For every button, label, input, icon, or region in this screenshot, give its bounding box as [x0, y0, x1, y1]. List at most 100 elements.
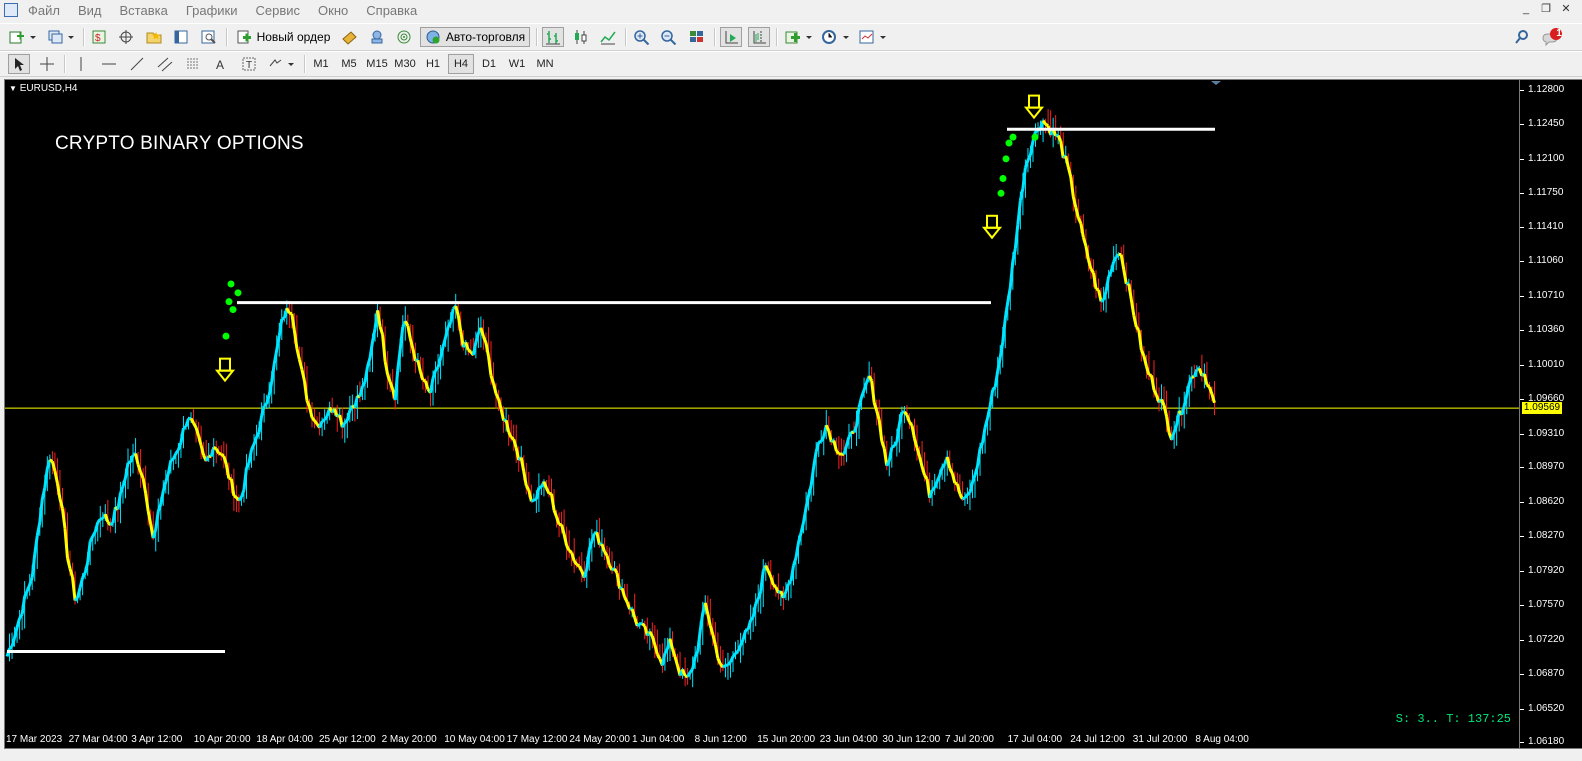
crosshair-tool[interactable]: [36, 54, 58, 74]
data-window-button[interactable]: [116, 27, 136, 47]
price-segment: [1135, 326, 1141, 332]
price-segment: [263, 402, 268, 408]
time-label: 18 Apr 04:00: [256, 734, 314, 745]
price-segment: [568, 549, 573, 554]
timeframe-m1[interactable]: M1: [308, 54, 334, 74]
bar-chart-icon: [546, 31, 560, 45]
price-tick: [1520, 674, 1524, 676]
minimize-icon[interactable]: _: [1520, 3, 1532, 15]
market-watch-button[interactable]: $: [89, 27, 109, 47]
price-label: 1.07920: [1528, 564, 1565, 576]
svg-text:$: $: [95, 33, 101, 44]
notification-count: 1: [1556, 28, 1562, 39]
menu-item[interactable]: Графики: [186, 0, 247, 22]
search-icon: [1515, 30, 1528, 44]
templates-icon: [859, 30, 886, 44]
metaeditor-button[interactable]: [338, 27, 360, 47]
price-chart[interactable]: [5, 80, 1519, 748]
horizontal-line-tool[interactable]: [98, 54, 120, 74]
price-axis[interactable]: 1.09569 1.12800 1.12450 1.12100 1.11750 1.11…: [1520, 79, 1582, 749]
crosshair-tool-icon: [40, 57, 54, 71]
timeframe-m5[interactable]: M5: [336, 54, 362, 74]
menu-item[interactable]: Справка: [366, 0, 426, 22]
timeframe-w1[interactable]: W1: [504, 54, 530, 74]
new-order-button[interactable]: Новый ордер: [233, 27, 333, 47]
equidistant-channel-tool[interactable]: [154, 54, 176, 74]
timeframe-mn[interactable]: MN: [532, 54, 558, 74]
market-button[interactable]: [366, 27, 388, 47]
cursor-tool[interactable]: [8, 54, 30, 74]
close-icon[interactable]: ✕: [1560, 3, 1572, 15]
auto-scroll-icon: [725, 31, 738, 44]
text-label-tool[interactable]: T: [238, 54, 260, 74]
templates-button[interactable]: [856, 27, 890, 47]
restore-icon[interactable]: ❐: [1540, 3, 1552, 15]
price-segment: [361, 381, 367, 388]
timeframe-m15[interactable]: M15: [364, 54, 390, 74]
price-label: 1.08970: [1528, 461, 1565, 473]
time-label: 27 Mar 04:00: [68, 734, 128, 745]
signal-dot: [1002, 155, 1010, 163]
bar-chart-button[interactable]: [542, 27, 564, 47]
sell-arrow-icon: [214, 369, 236, 383]
price-tick: [1520, 399, 1524, 401]
menu-item[interactable]: Вид: [78, 0, 111, 22]
time-label: 10 Apr 20:00: [193, 734, 251, 745]
autotrading-button[interactable]: Авто-торговля: [420, 27, 530, 47]
search-button[interactable]: [1512, 27, 1532, 47]
periods-button[interactable]: [819, 27, 853, 47]
new-chart-button[interactable]: [6, 27, 40, 47]
price-segment: [467, 348, 472, 354]
price-label: 1.10360: [1528, 324, 1565, 336]
menu-item[interactable]: Вставка: [120, 0, 177, 22]
zoom-in-button[interactable]: [631, 27, 653, 47]
profiles-button[interactable]: [44, 27, 78, 47]
price-segment: [575, 563, 581, 568]
autotrading-label: Авто-торговля: [445, 30, 526, 44]
symbol-dropdown-icon[interactable]: ▼: [9, 84, 17, 93]
price-segment: [961, 496, 966, 501]
candlestick-button[interactable]: [570, 27, 592, 47]
menu-item[interactable]: Файл: [28, 0, 69, 22]
vertical-line-tool[interactable]: [70, 54, 92, 74]
menu-item[interactable]: Сервис: [256, 0, 310, 22]
auto-scroll-button[interactable]: [720, 27, 742, 47]
signals-button[interactable]: [393, 27, 415, 47]
menu-item[interactable]: Окно: [318, 0, 357, 22]
price-label: 1.07570: [1528, 599, 1565, 611]
price-segment: [734, 650, 740, 655]
price-segment: [745, 628, 749, 632]
chart-shift-button[interactable]: [748, 27, 770, 47]
chart-shift-icon: [753, 31, 766, 44]
notifications-button[interactable]: 1: [1540, 27, 1564, 47]
navigator-button[interactable]: [143, 27, 165, 47]
price-label: 1.07220: [1528, 633, 1565, 645]
terminal-button[interactable]: [171, 27, 191, 47]
tile-windows-button[interactable]: [686, 27, 708, 47]
strategy-tester-button[interactable]: [198, 27, 220, 47]
price-segment: [641, 622, 646, 628]
profiles-icon: [48, 30, 74, 44]
zoom-out-button[interactable]: [658, 27, 680, 47]
indicators-button[interactable]: [782, 27, 816, 47]
price-tick: [1520, 330, 1524, 332]
chart-window[interactable]: ▼ EURUSD,H4 CRYPTO BINARY OPTIONS S: 3..…: [4, 79, 1520, 749]
arrows-tool[interactable]: [266, 54, 298, 74]
price-tick: [1520, 501, 1524, 503]
price-label: 1.06180: [1528, 736, 1565, 748]
price-segment: [931, 486, 936, 492]
crosshair-icon: [119, 30, 133, 44]
timeframe-h4[interactable]: H4: [448, 54, 474, 74]
timeframe-h1[interactable]: H1: [420, 54, 446, 74]
price-segment: [323, 415, 329, 421]
trendline-tool[interactable]: [126, 54, 148, 74]
fibonacci-tool[interactable]: [182, 54, 204, 74]
timeframe-m30[interactable]: M30: [392, 54, 418, 74]
timeframe-d1[interactable]: D1: [476, 54, 502, 74]
price-segment: [726, 661, 732, 666]
price-segment: [8, 645, 13, 650]
line-chart-button[interactable]: [597, 27, 619, 47]
time-label: 10 May 04:00: [444, 734, 505, 745]
app-icon[interactable]: [4, 3, 18, 17]
text-tool[interactable]: A: [210, 54, 232, 74]
